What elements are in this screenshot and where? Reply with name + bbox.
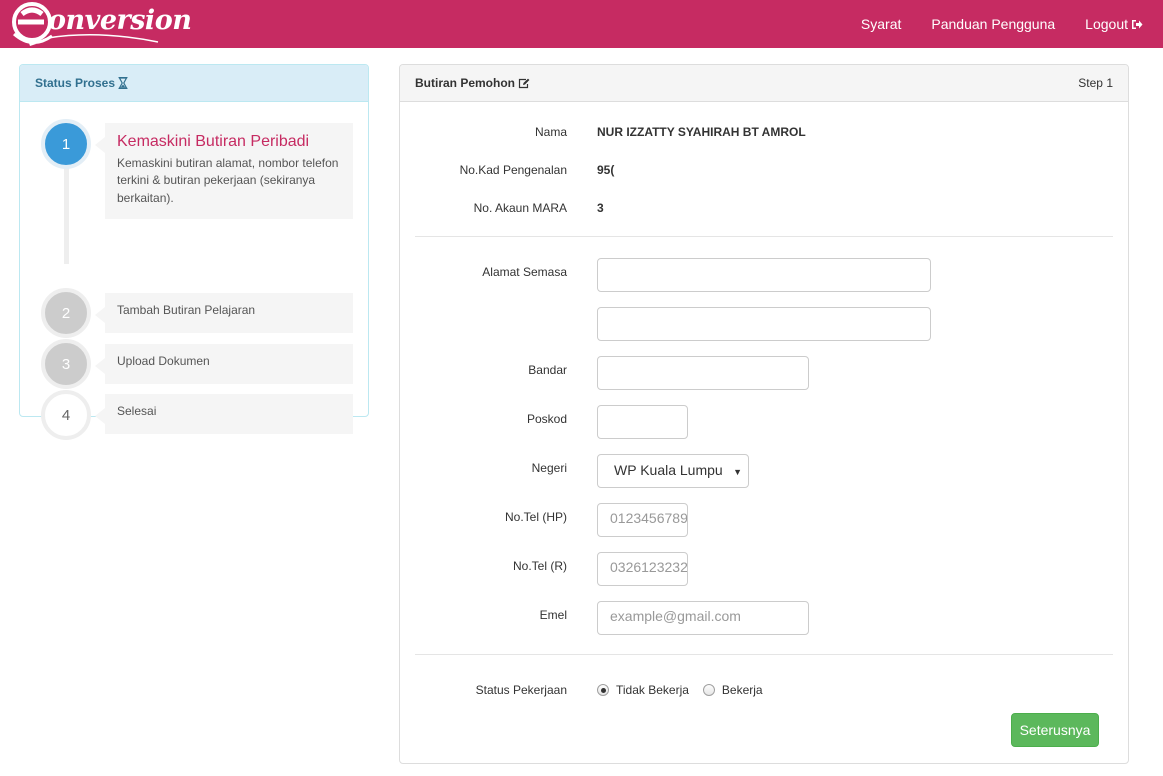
step-4-circle: 4 <box>41 390 91 440</box>
sign-out-icon <box>1131 19 1143 30</box>
divider <box>415 654 1113 655</box>
step-indicator: Step 1 <box>1078 76 1113 90</box>
bandar-label: Bandar <box>528 363 567 377</box>
alamat-semasa-label: Alamat Semasa <box>482 265 567 279</box>
step-3-box[interactable]: Upload Dokumen <box>95 344 353 384</box>
step-2-title: Tambah Butiran Pelajaran <box>117 303 256 317</box>
negeri-select[interactable]: WP Kuala Lumpur ▼ <box>597 454 749 488</box>
step-2-box[interactable]: Tambah Butiran Pelajaran <box>95 293 353 333</box>
step-1-title: Kemaskini Butiran Peribadi <box>117 133 310 150</box>
nav-logout-link[interactable]: Logout <box>1085 16 1143 32</box>
step-3-circle: 3 <box>41 339 91 389</box>
hourglass-icon <box>118 77 128 89</box>
nama-value: NUR IZZATTY SYAHIRAH BT AMROL <box>597 125 806 139</box>
bekerja-radio[interactable] <box>702 684 715 696</box>
seterusnya-button[interactable]: Seterusnya <box>1011 713 1099 747</box>
logo-underline-swoosh <box>47 34 159 43</box>
step-2-circle: 2 <box>41 288 91 338</box>
alamat-line-1-input[interactable] <box>597 258 931 292</box>
alamat-line-2-input[interactable] <box>597 307 931 341</box>
butiran-pemohon-heading: Butiran Pemohon Step 1 <box>400 65 1128 102</box>
tel-r-input[interactable]: 0326123232 <box>597 552 688 586</box>
step-1-description: Kemaskini butiran alamat, nombor telefon… <box>117 156 339 205</box>
divider <box>415 236 1113 237</box>
step-4-box[interactable]: Selesai <box>95 394 353 434</box>
ic-value: 95( <box>597 163 615 177</box>
akaun-mara-label: No. Akaun MARA <box>473 201 567 215</box>
top-navbar: onversion Syarat Panduan Pengguna Logout <box>0 0 1163 48</box>
tel-r-label: No.Tel (R) <box>512 559 567 573</box>
step-1-circle: 1 <box>41 119 91 169</box>
tel-hp-input[interactable]: 0123456789 <box>597 503 688 537</box>
nama-label: Nama <box>534 125 567 139</box>
tel-hp-label: No.Tel (HP) <box>504 510 567 524</box>
step-4-title: Selesai <box>117 404 157 418</box>
step-1-box[interactable]: Kemaskini Butiran Peribadi Kemaskini but… <box>95 123 353 219</box>
negeri-label: Negeri <box>531 461 567 475</box>
emel-label: Emel <box>539 608 567 622</box>
edit-icon <box>518 78 530 89</box>
nav-panduan-pengguna-link[interactable]: Panduan Pengguna <box>931 16 1055 32</box>
butiran-pemohon-panel: Butiran Pemohon Step 1 Nama NUR IZZATTY … <box>399 64 1129 764</box>
status-proses-panel: Status Proses 1 Kemaskini Butiran Periba… <box>19 64 369 440</box>
status-pekerjaan-radio-group: Tidak Bekerja Bekerja <box>597 683 777 697</box>
econversion-logo[interactable]: onversion <box>8 0 192 48</box>
ic-label: No.Kad Pengenalan <box>459 163 567 177</box>
tidak-bekerja-label[interactable]: Tidak Bekerja <box>616 683 689 697</box>
poskod-input[interactable] <box>597 405 688 439</box>
emel-input[interactable]: example@gmail.com <box>597 601 809 635</box>
akaun-mara-value: 3 <box>597 201 604 215</box>
bandar-input[interactable] <box>597 356 809 390</box>
status-pekerjaan-label: Status Pekerjaan <box>475 683 567 697</box>
bekerja-label[interactable]: Bekerja <box>722 683 763 697</box>
dropdown-caret-icon: ▼ <box>733 467 742 477</box>
tidak-bekerja-radio[interactable] <box>597 684 609 696</box>
step-3-title: Upload Dokumen <box>117 354 210 368</box>
nav-syarat-link[interactable]: Syarat <box>861 16 901 32</box>
status-proses-heading: Status Proses <box>20 65 368 102</box>
poskod-label: Poskod <box>526 412 567 426</box>
